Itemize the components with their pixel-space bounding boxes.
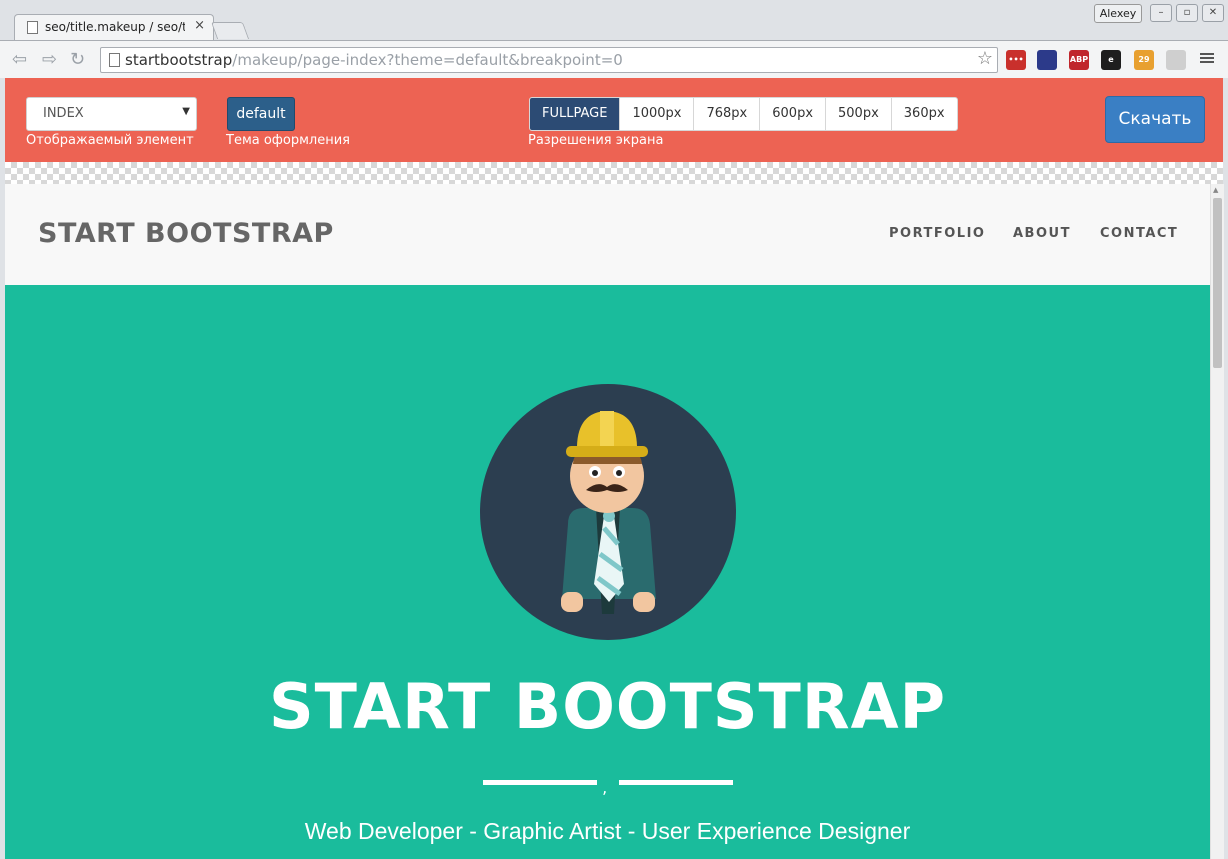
chevron-down-icon: ▼ — [182, 106, 190, 117]
preview-control-bar: INDEX ▼ Отображаемый элемент default Тем… — [5, 78, 1223, 162]
minimize-button[interactable]: – — [1150, 4, 1172, 22]
reload-icon[interactable]: ↻ — [70, 49, 85, 70]
url-path: /makeup/page-index?theme=default&breakpo… — [232, 51, 623, 69]
element-select-value: INDEX — [43, 106, 84, 121]
scroll-up-icon[interactable]: ▲ — [1213, 186, 1218, 194]
extension-5-icon[interactable]: 29 — [1134, 50, 1154, 70]
adblock-extension-icon[interactable]: ABP — [1069, 50, 1089, 70]
breakpoint-fullpage[interactable]: FULLPAGE — [530, 98, 620, 130]
tab-close-icon[interactable]: × — [194, 18, 205, 33]
extension-6-icon[interactable] — [1166, 50, 1186, 70]
bookmark-star-icon[interactable]: ☆ — [977, 48, 993, 69]
element-select[interactable]: INDEX ▼ — [26, 97, 197, 131]
nav-contact[interactable]: CONTACT — [1100, 226, 1178, 241]
breakpoint-600[interactable]: 600px — [759, 98, 825, 130]
divider-right — [619, 780, 733, 785]
browser-tab[interactable]: seo/title.makeup / seo/title × — [14, 14, 214, 41]
download-button[interactable]: Скачать — [1105, 96, 1205, 143]
breakpoint-1000[interactable]: 1000px — [619, 98, 693, 130]
hero-title: START BOOTSTRAP — [268, 670, 947, 743]
divider-left — [483, 780, 597, 785]
theme-label: Тема оформления — [226, 133, 351, 148]
extension-2-icon[interactable] — [1037, 50, 1057, 70]
construction-worker-illustration — [561, 411, 656, 614]
url-text[interactable]: startbootstrap/makeup/page-index?theme=d… — [125, 51, 623, 69]
breakpoint-group: FULLPAGE 1000px 768px 600px 500px 360px — [529, 97, 958, 131]
hero-subtitle: Web Developer - Graphic Artist - User Ex… — [304, 818, 911, 844]
extension-4-icon[interactable]: e — [1101, 50, 1121, 70]
close-window-button[interactable]: ✕ — [1202, 4, 1224, 22]
back-icon[interactable]: ⇦ — [12, 49, 27, 70]
divider-star-icon: ‚ — [602, 778, 608, 797]
breakpoint-500[interactable]: 500px — [825, 98, 891, 130]
scrollbar-thumb[interactable] — [1213, 198, 1222, 368]
browser-toolbar: ⇦ ⇨ ↻ startbootstrap/makeup/page-index?t… — [0, 40, 1228, 78]
breakpoints-label: Разрешения экрана — [528, 133, 664, 148]
maximize-button[interactable]: ▫ — [1176, 4, 1198, 22]
forward-icon[interactable]: ⇨ — [42, 49, 57, 70]
lastpass-extension-icon[interactable]: ••• — [1006, 50, 1026, 70]
theme-button[interactable]: default — [227, 97, 295, 131]
site-navbar: START BOOTSTRAP PORTFOLIO ABOUT CONTACT — [5, 184, 1210, 285]
browser-titlebar: seo/title.makeup / seo/title × Alexey – … — [0, 0, 1228, 41]
address-bar[interactable]: startbootstrap/makeup/page-index?theme=d… — [100, 47, 998, 73]
nav-portfolio[interactable]: PORTFOLIO — [889, 226, 985, 241]
page-icon — [27, 21, 38, 34]
breakpoint-360[interactable]: 360px — [890, 98, 957, 130]
tab-title: seo/title.makeup / seo/title — [45, 20, 185, 34]
nav-about[interactable]: ABOUT — [1013, 226, 1071, 241]
element-select-label: Отображаемый элемент — [26, 133, 194, 148]
url-host: startbootstrap — [125, 51, 233, 69]
browser-menu-icon[interactable] — [1200, 51, 1214, 65]
page-scrollbar[interactable]: ▲ — [1210, 184, 1224, 859]
avatar — [480, 384, 736, 640]
breakpoint-768[interactable]: 768px — [693, 98, 759, 130]
transparency-strip — [5, 162, 1223, 184]
hero-section: START BOOTSTRAP ‚ Web Developer - Graphi… — [5, 285, 1210, 859]
user-profile-badge[interactable]: Alexey — [1094, 4, 1142, 23]
page-icon — [109, 53, 120, 67]
site-brand[interactable]: START BOOTSTRAP — [38, 218, 334, 249]
new-tab-button[interactable] — [210, 22, 250, 39]
